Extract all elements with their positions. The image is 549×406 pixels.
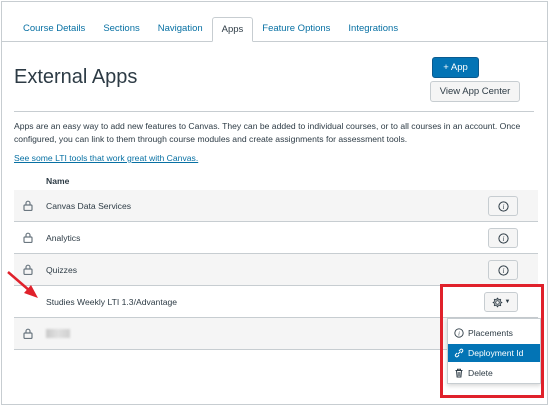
info-icon: i	[497, 200, 509, 212]
view-app-center-button[interactable]: View App Center	[430, 81, 520, 102]
app-info-button[interactable]: i	[488, 260, 518, 280]
app-name: Canvas Data Services	[46, 201, 132, 211]
table-row: Canvas Data Services i	[14, 190, 538, 222]
menu-item-label: Delete	[468, 368, 493, 378]
chevron-down-icon: ▼	[504, 299, 511, 305]
svg-text:i: i	[502, 267, 504, 275]
app-info-button[interactable]: i	[488, 228, 518, 248]
lock-icon	[23, 200, 33, 211]
add-app-button[interactable]: + App	[432, 57, 479, 78]
info-icon: i	[454, 328, 464, 338]
lti-tools-link[interactable]: See some LTI tools that work great with …	[14, 153, 198, 163]
table-row: Analytics i	[14, 222, 538, 254]
tab-navigation[interactable]: Navigation	[149, 17, 212, 41]
app-name: Studies Weekly LTI 1.3/Advantage	[46, 297, 178, 307]
svg-text:i: i	[502, 203, 504, 211]
tab-course-details[interactable]: Course Details	[14, 17, 94, 41]
menu-item-deployment-id[interactable]: Deployment Id	[448, 344, 540, 362]
trash-icon	[455, 368, 463, 378]
tab-sections[interactable]: Sections	[94, 17, 148, 41]
app-name: Quizzes	[46, 265, 78, 275]
info-icon: i	[497, 232, 509, 244]
menu-item-delete[interactable]: Delete	[448, 364, 540, 382]
header-divider	[14, 111, 534, 112]
table-row: Quizzes i	[14, 254, 538, 286]
svg-text:i: i	[458, 330, 460, 337]
gear-dropdown-menu: i Placements Deployment Id Delete	[447, 318, 541, 384]
tabs-divider	[2, 41, 547, 42]
tab-feature-options[interactable]: Feature Options	[253, 17, 339, 41]
menu-item-label: Placements	[468, 328, 513, 338]
app-info-button[interactable]: i	[488, 196, 518, 216]
app-name: Analytics	[46, 233, 81, 243]
lock-icon	[23, 328, 33, 339]
app-settings-gear-button[interactable]: ▼	[484, 292, 518, 312]
link-icon	[454, 348, 464, 358]
gear-icon	[492, 297, 502, 307]
page-title: External Apps	[14, 66, 138, 88]
tab-integrations[interactable]: Integrations	[339, 17, 407, 41]
tab-apps[interactable]: Apps	[211, 17, 254, 42]
redacted-app-name	[46, 329, 70, 338]
lock-icon	[23, 232, 33, 243]
apps-description: Apps are an easy way to add new features…	[14, 121, 521, 144]
menu-item-label: Deployment Id	[468, 348, 524, 358]
table-row: Studies Weekly LTI 1.3/Advantage ▼	[14, 286, 538, 318]
svg-text:i: i	[502, 235, 504, 243]
lock-icon	[23, 264, 33, 275]
info-icon: i	[497, 264, 509, 276]
menu-item-placements[interactable]: i Placements	[448, 324, 540, 342]
column-header-name: Name	[46, 176, 70, 186]
settings-tabs: Course Details Sections Navigation Apps …	[14, 17, 407, 42]
